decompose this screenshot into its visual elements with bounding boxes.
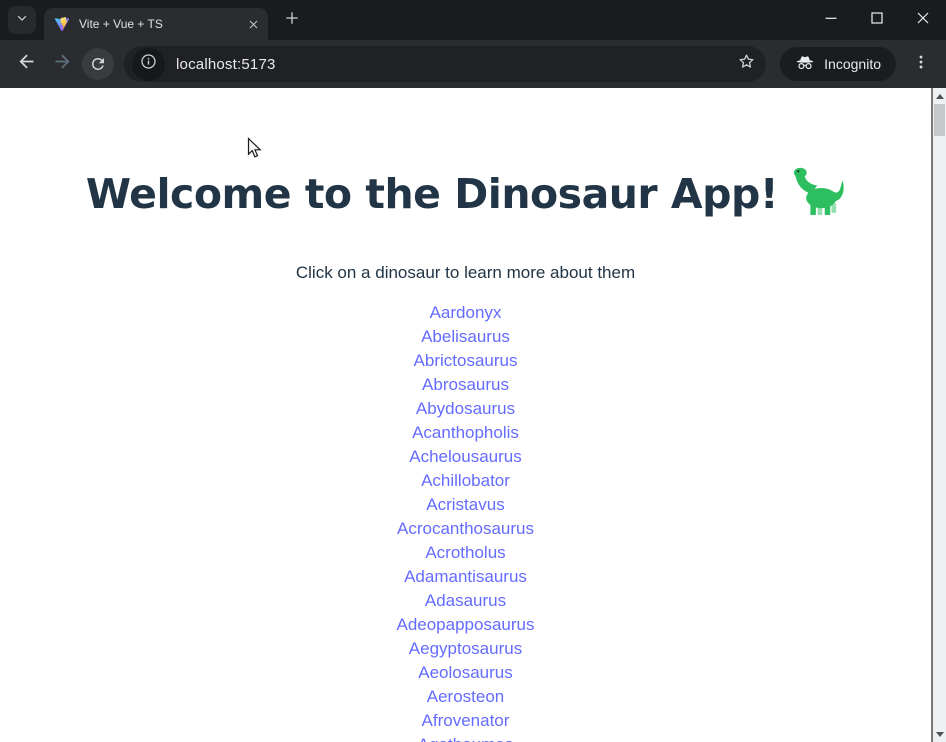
dinosaur-link[interactable]: Adamantisaurus (0, 565, 931, 589)
tab-title: Vite + Vue + TS (79, 17, 244, 31)
chevron-down-icon (15, 11, 29, 30)
url-text: localhost:5173 (176, 56, 729, 73)
star-icon (737, 52, 756, 76)
dinosaur-link[interactable]: Abelisaurus (0, 325, 931, 349)
scroll-up-arrow[interactable] (933, 88, 946, 104)
minimize-icon (821, 8, 841, 33)
info-icon (139, 52, 158, 76)
dinosaur-link[interactable]: Acrocanthosaurus (0, 517, 931, 541)
dinosaur-link[interactable]: Afrovenator (0, 709, 931, 733)
scrollbar[interactable] (931, 88, 946, 742)
maximize-button[interactable] (854, 0, 900, 40)
dinosaur-link[interactable]: Achillobator (0, 469, 931, 493)
browser-toolbar: localhost:5173 Incognito (0, 40, 946, 88)
vite-favicon-icon (54, 16, 70, 32)
dinosaur-link[interactable]: Adeopapposaurus (0, 613, 931, 637)
page-subtitle: Click on a dinosaur to learn more about … (0, 263, 931, 283)
incognito-label: Incognito (824, 56, 881, 72)
dinosaur-list: AardonyxAbelisaurusAbrictosaurusAbrosaur… (0, 301, 931, 742)
scroll-down-arrow[interactable] (933, 726, 946, 742)
three-dot-menu-icon (912, 53, 930, 76)
arrow-right-icon (52, 51, 73, 77)
dinosaur-link[interactable]: Abydosaurus (0, 397, 931, 421)
page-content: Welcome to the Dinosaur App! (0, 88, 946, 742)
new-tab-button[interactable] (277, 5, 307, 35)
site-info-button[interactable] (132, 48, 165, 81)
dinosaur-link[interactable]: Abrictosaurus (0, 349, 931, 373)
forward-button[interactable] (44, 46, 80, 82)
browser-tab[interactable]: Vite + Vue + TS (44, 8, 268, 40)
bookmark-star-button[interactable] (729, 47, 763, 81)
dinosaur-link[interactable]: Abrosaurus (0, 373, 931, 397)
tab-search-button[interactable] (8, 6, 36, 34)
reload-icon (82, 48, 114, 80)
dinosaur-link[interactable]: Acrotholus (0, 541, 931, 565)
dinosaur-link[interactable]: Adasaurus (0, 589, 931, 613)
reload-button[interactable] (80, 46, 116, 82)
tab-strip: Vite + Vue + TS (0, 0, 946, 40)
dinosaur-link[interactable]: Achelousaurus (0, 445, 931, 469)
sauropod-dinosaur-icon (791, 160, 845, 229)
arrow-left-icon (16, 51, 37, 77)
dinosaur-link[interactable]: Acanthopholis (0, 421, 931, 445)
incognito-badge: Incognito (780, 47, 896, 81)
close-icon (913, 8, 933, 33)
address-bar[interactable]: localhost:5173 (124, 46, 766, 82)
browser-menu-button[interactable] (904, 47, 938, 81)
back-button[interactable] (8, 46, 44, 82)
close-window-button[interactable] (900, 0, 946, 40)
maximize-icon (867, 8, 887, 33)
incognito-icon (795, 53, 815, 76)
dinosaur-link[interactable]: Aardonyx (0, 301, 931, 325)
tab-close-icon[interactable] (244, 15, 262, 33)
dinosaur-link[interactable]: Aegyptosaurus (0, 637, 931, 661)
plus-icon (283, 9, 301, 32)
dinosaur-link[interactable]: Agathaumas (0, 733, 931, 742)
dinosaur-link[interactable]: Aerosteon (0, 685, 931, 709)
scrollbar-thumb[interactable] (934, 104, 945, 136)
minimize-button[interactable] (808, 0, 854, 40)
page-title-text: Welcome to the Dinosaur App! (86, 172, 778, 217)
page-title: Welcome to the Dinosaur App! (0, 88, 931, 229)
dinosaur-link[interactable]: Aeolosaurus (0, 661, 931, 685)
browser-window: Vite + Vue + TS (0, 0, 946, 742)
dinosaur-link[interactable]: Acristavus (0, 493, 931, 517)
